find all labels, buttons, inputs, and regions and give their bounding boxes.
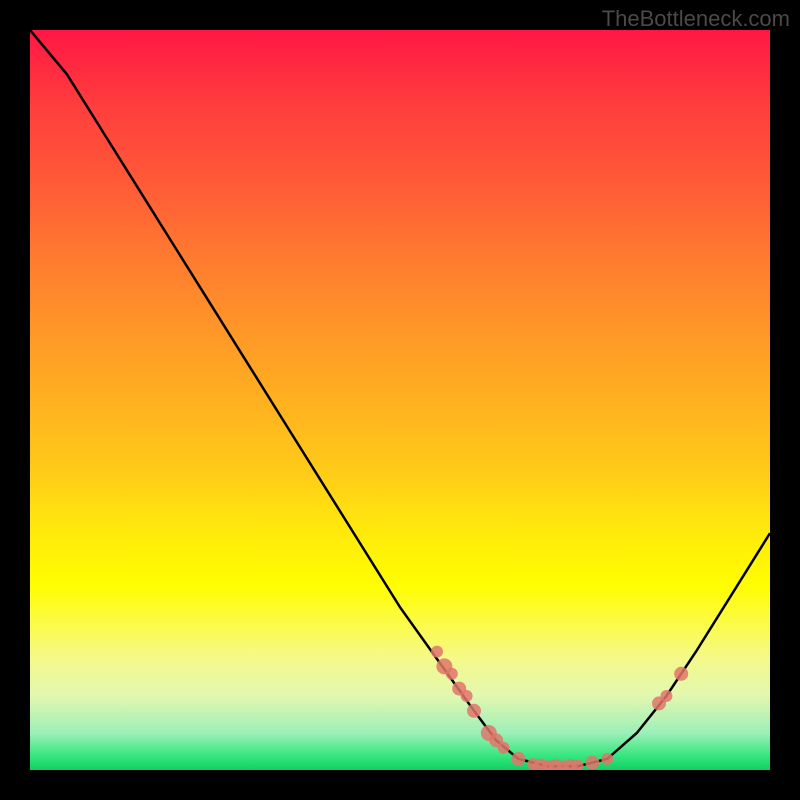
bottleneck-curve — [30, 30, 770, 766]
data-point — [467, 704, 481, 718]
data-point — [601, 753, 613, 765]
chart-container — [30, 30, 770, 770]
data-point — [446, 668, 458, 680]
data-point — [498, 742, 510, 754]
data-point — [585, 756, 599, 770]
data-point — [461, 690, 473, 702]
chart-svg — [30, 30, 770, 770]
data-point — [431, 646, 443, 658]
data-point — [660, 690, 672, 702]
watermark-text: TheBottleneck.com — [602, 6, 790, 32]
data-markers — [431, 646, 688, 770]
data-point — [511, 752, 525, 766]
data-point — [674, 667, 688, 681]
